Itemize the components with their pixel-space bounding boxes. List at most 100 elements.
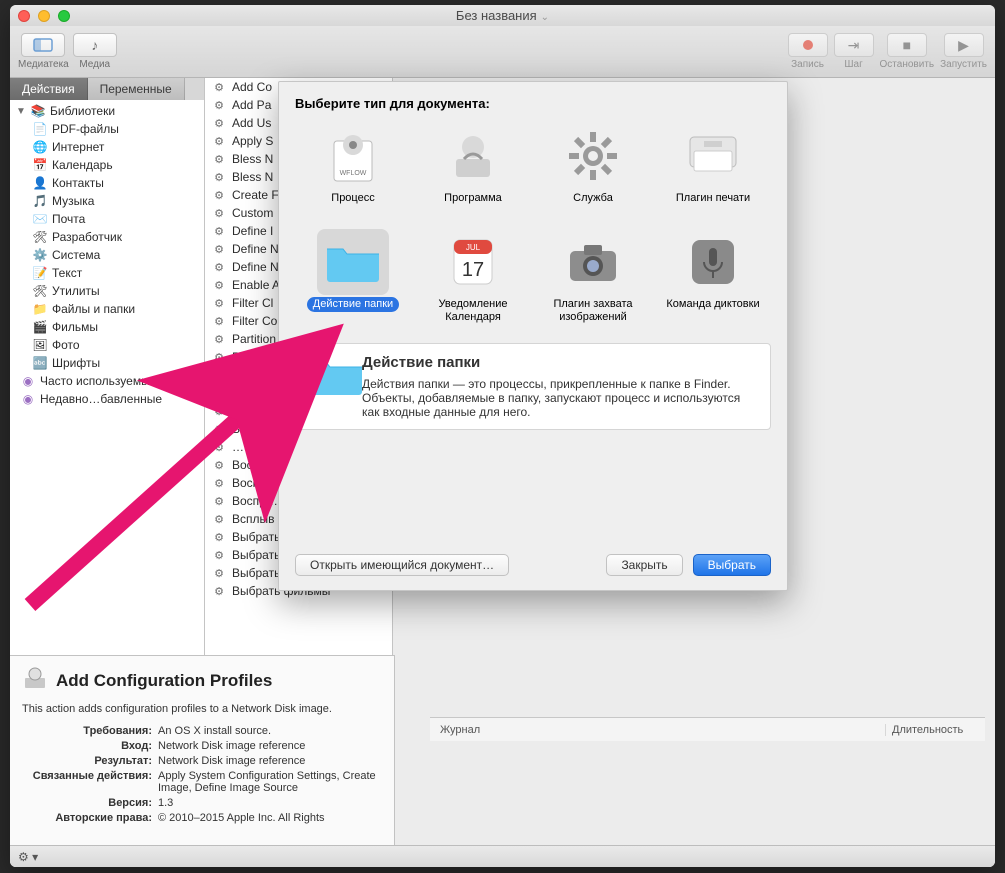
category-icon: 🎵	[32, 194, 48, 208]
automator-window: Без названия⌄ Медиатека ♪ Медиа Запись ⇥…	[10, 5, 995, 867]
disclosure-triangle-icon[interactable]: ▼	[16, 106, 26, 117]
template-icon	[557, 123, 629, 189]
category-item[interactable]: 🎬Фильмы	[10, 318, 204, 336]
action-icon: ⚙︎	[211, 458, 227, 472]
info-value: 1.3	[158, 797, 382, 809]
run-label: Запустить	[940, 59, 987, 70]
action-icon: ⚙︎	[211, 296, 227, 310]
titlebar: Без названия⌄	[10, 5, 995, 26]
media-toggle-label: Медиа	[79, 59, 110, 70]
category-item[interactable]: 📅Календарь	[10, 156, 204, 174]
category-item[interactable]: 📝Текст	[10, 264, 204, 282]
info-panel: Add Configuration Profiles This action a…	[10, 655, 395, 845]
media-toggle-button[interactable]: ♪	[73, 33, 117, 57]
record-label: Запись	[791, 59, 824, 70]
category-item[interactable]: 🎵Музыка	[10, 192, 204, 210]
template-label: Процесс	[325, 191, 380, 206]
info-value: © 2010–2015 Apple Inc. All Rights	[158, 812, 382, 824]
action-icon: ⚙︎	[211, 98, 227, 112]
template-item-3[interactable]: Плагин печати	[655, 123, 771, 223]
step-label: Шаг	[844, 59, 862, 70]
smart-group-item[interactable]: ◉Недавно…бавленные	[10, 390, 204, 408]
category-item[interactable]: 🖼Фото	[10, 336, 204, 354]
action-icon: ⚙︎	[211, 206, 227, 220]
stop-label: Остановить	[880, 59, 935, 70]
journal-col-duration[interactable]: Длительность	[885, 724, 985, 736]
action-icon: ⚙︎	[211, 440, 227, 454]
template-icon	[437, 123, 509, 189]
category-item[interactable]: 🛠Разработчик	[10, 228, 204, 246]
stop-button[interactable]: ■	[887, 33, 927, 57]
smart-folder-icon: ◉	[20, 392, 36, 406]
template-desc-body: Действия папки — это процессы, прикрепле…	[362, 377, 758, 419]
record-icon	[803, 40, 813, 50]
svg-text:WFLOW: WFLOW	[340, 170, 367, 177]
open-existing-button[interactable]: Открыть имеющийся документ…	[295, 554, 509, 576]
category-item[interactable]: 📄PDF-файлы	[10, 120, 204, 138]
category-item[interactable]: 📁Файлы и папки	[10, 300, 204, 318]
dialog-heading: Выберите тип для документа:	[279, 82, 787, 119]
category-icon: 📁	[32, 302, 48, 316]
category-item[interactable]: 👤Контакты	[10, 174, 204, 192]
step-button[interactable]: ⇥	[834, 33, 874, 57]
template-item-1[interactable]: Программа	[415, 123, 531, 223]
template-icon: WFLOW	[317, 123, 389, 189]
action-icon: ⚙︎	[211, 422, 227, 436]
template-item-2[interactable]: Служба	[535, 123, 651, 223]
category-icon: ✉️	[32, 212, 48, 226]
library-toggle-button[interactable]	[21, 33, 65, 57]
choose-button[interactable]: Выбрать	[693, 554, 771, 576]
action-icon: ⚙︎	[211, 332, 227, 346]
category-item[interactable]: 🌐Интернет	[10, 138, 204, 156]
category-item[interactable]: ⚙️Система	[10, 246, 204, 264]
search-input[interactable]	[185, 78, 204, 100]
folder-icon	[308, 354, 350, 392]
tab-actions[interactable]: Действия	[10, 78, 88, 100]
svg-text:JUL: JUL	[466, 243, 481, 252]
category-item[interactable]: 🔤Шрифты	[10, 354, 204, 372]
info-value: Apply System Configuration Settings, Cre…	[158, 770, 382, 794]
chevron-down-icon: ⌄	[541, 12, 549, 23]
info-key: Авторские права:	[22, 812, 152, 824]
library-toggle-label: Медиатека	[18, 59, 69, 70]
info-value: Network Disk image reference	[158, 755, 382, 767]
template-item-4[interactable]: Действие папки	[295, 229, 411, 329]
template-grid: WFLOW Процесс ПрограммаСлужба Плагин печати…	[279, 119, 787, 337]
category-item[interactable]: ✉️Почта	[10, 210, 204, 228]
window-title: Без названия⌄	[10, 8, 995, 23]
action-icon: ⚙︎	[211, 116, 227, 130]
action-icon: ⚙︎	[211, 134, 227, 148]
info-title: Add Configuration Profiles	[56, 671, 272, 691]
journal-col-name[interactable]: Журнал	[430, 724, 885, 736]
category-icon: 🔤	[32, 356, 48, 370]
record-button[interactable]	[788, 33, 828, 57]
category-item[interactable]: 🛠Утилиты	[10, 282, 204, 300]
template-label: Плагин печати	[670, 191, 756, 206]
sidebar-tabs: Действия Переменные	[10, 78, 204, 100]
template-label: Плагин захвата изображений	[535, 297, 651, 325]
template-item-5[interactable]: JUL 17 Уведомление Календаря	[415, 229, 531, 329]
info-key: Связанные действия:	[22, 770, 152, 794]
template-icon	[677, 229, 749, 295]
run-button[interactable]: ▶	[944, 33, 984, 57]
info-description: This action adds configuration profiles …	[22, 703, 382, 715]
action-icon: ⚙︎	[211, 530, 227, 544]
action-icon: ⚙︎	[211, 314, 227, 328]
template-item-6[interactable]: Плагин захвата изображений	[535, 229, 651, 329]
close-dialog-button[interactable]: Закрыть	[606, 554, 682, 576]
template-desc-title: Действие папки	[362, 354, 758, 371]
action-badge-icon	[22, 666, 48, 695]
svg-text:17: 17	[462, 259, 484, 281]
category-icon: 📄	[32, 122, 48, 136]
template-label: Уведомление Календаря	[415, 297, 531, 325]
smart-group-item[interactable]: ◉Часто используемые	[10, 372, 204, 390]
smart-folder-icon: ◉	[20, 374, 36, 388]
template-item-7[interactable]: Команда диктовки	[655, 229, 771, 329]
tree-root[interactable]: ▼ 📚 Библиотеки	[10, 102, 204, 120]
tab-variables[interactable]: Переменные	[88, 78, 185, 100]
template-item-0[interactable]: WFLOW Процесс	[295, 123, 411, 223]
toolbar: Медиатека ♪ Медиа Запись ⇥ Шаг ■ Останов…	[10, 26, 995, 78]
info-value: Network Disk image reference	[158, 740, 382, 752]
gear-menu-icon[interactable]: ⚙︎ ▾	[18, 850, 38, 864]
info-key: Требования:	[22, 725, 152, 737]
